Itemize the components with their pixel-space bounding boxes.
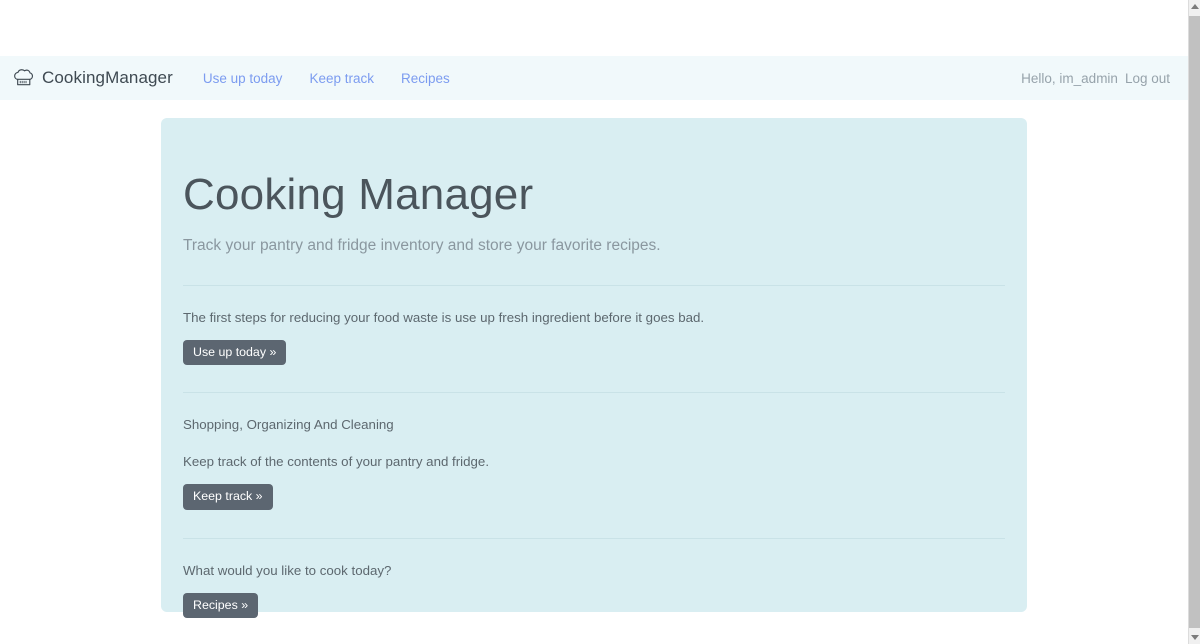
scroll-up-arrow-icon[interactable]: [1189, 0, 1200, 13]
section-3-text: What would you like to cook today?: [183, 562, 392, 578]
use-up-today-button[interactable]: Use up today »: [183, 340, 287, 366]
section-1-text: The first steps for reducing your food w…: [183, 310, 705, 326]
page-top-whitespace: [0, 0, 1188, 56]
section-2-text: Keep track of the contents of your pantr…: [183, 454, 490, 470]
nav-link-recipes[interactable]: Recipes: [401, 71, 450, 86]
section-2-title: Shopping, Organizing And Cleaning: [183, 417, 394, 433]
primary-nav-links: Use up today Keep track Recipes: [203, 71, 450, 86]
page-scrollbar[interactable]: [1188, 0, 1200, 644]
scroll-up-triangle-icon: [1190, 4, 1199, 9]
nav-link-keep-track[interactable]: Keep track: [309, 71, 374, 86]
page-subtitle: Track your pantry and fridge inventory a…: [183, 236, 661, 254]
top-navigation-bar: CookingManager Use up today Keep track R…: [0, 56, 1188, 100]
keep-track-button[interactable]: Keep track »: [183, 484, 273, 510]
browser-viewport: CookingManager Use up today Keep track R…: [0, 0, 1200, 644]
user-greeting: Hello, im_admin: [1021, 70, 1118, 86]
scroll-down-triangle-icon: [1190, 635, 1199, 640]
scrollbar-thumb[interactable]: [1189, 16, 1200, 628]
scroll-down-arrow-icon[interactable]: [1189, 631, 1200, 644]
user-nav-area: Hello, im_admin Log out: [1021, 71, 1174, 86]
recipes-button[interactable]: Recipes »: [183, 592, 259, 618]
brand-title: CookingManager: [42, 68, 173, 87]
page-title: Cooking Manager: [183, 170, 534, 219]
brand-link[interactable]: CookingManager: [12, 67, 173, 89]
chef-hat-icon: [12, 67, 34, 89]
nav-link-use-up-today[interactable]: Use up today: [203, 71, 283, 86]
hero-jumbotron: Cooking Manager Track your pantry and fr…: [161, 118, 1027, 618]
logout-link[interactable]: Log out: [1125, 71, 1170, 86]
